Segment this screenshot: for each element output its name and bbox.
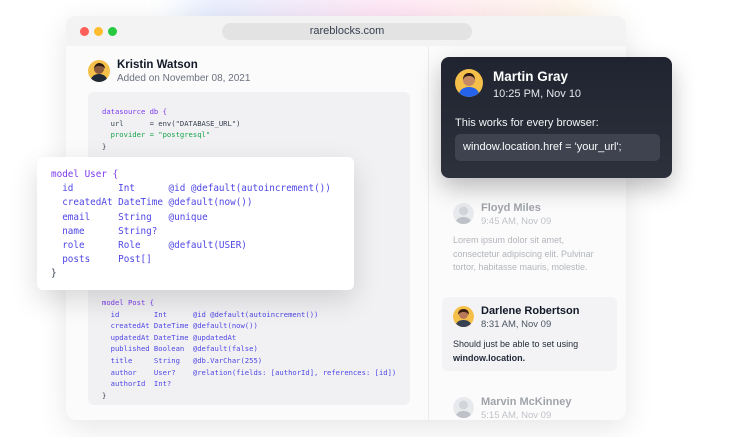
- code-line: provider = "postgresql": [102, 130, 211, 140]
- browser-titlebar: rareblocks.com: [66, 16, 626, 46]
- code-line: name String?: [51, 225, 158, 237]
- comment-card-martin[interactable]: Martin Gray 10:25 PM, Nov 10 This works …: [441, 57, 672, 178]
- comment-message: Should just be able to set using window.l…: [453, 338, 613, 365]
- post-date: Added on November 08, 2021: [117, 73, 251, 84]
- datasource-code: datasource db { url = env("DATABASE_URL"…: [102, 106, 240, 152]
- person-icon: [90, 63, 108, 82]
- code-line: model User {: [51, 169, 119, 180]
- code-snippet[interactable]: window.location.href = 'your_url';: [455, 134, 660, 161]
- code-line: posts Post[]: [51, 254, 152, 266]
- code-line: role Role @default(USER): [51, 240, 247, 252]
- code-line: createdAt DateTime @default(now()): [51, 197, 253, 209]
- author-avatar: [88, 60, 110, 82]
- comment-time: 8:31 AM, Nov 09: [481, 319, 552, 330]
- code-line: id Int @id @default(autoincrement()): [51, 183, 331, 195]
- person-icon: [455, 309, 472, 327]
- comment-time: 10:25 PM, Nov 10: [493, 88, 582, 100]
- code-line: authorId Int?: [102, 379, 172, 389]
- code-line: datasource db {: [102, 107, 167, 116]
- address-bar[interactable]: rareblocks.com: [222, 23, 472, 40]
- post-model-code: model Post { id Int @id @default(autoinc…: [102, 297, 396, 401]
- commenter-name: Marvin McKinney: [481, 396, 572, 408]
- code-line: title String @db.VarChar(255): [102, 355, 263, 365]
- panel-divider: [428, 46, 429, 420]
- code-line: published Boolean @default(false): [102, 344, 258, 354]
- code-line: }: [102, 141, 107, 151]
- comment-message-text: Should just be able to set using: [453, 339, 579, 349]
- comment-card-floyd[interactable]: Floyd Miles 9:45 AM, Nov 09 Lorem ipsum …: [442, 194, 617, 290]
- close-window-button[interactable]: [80, 27, 89, 36]
- comment-message: This works for every browser:: [455, 117, 599, 129]
- maximize-window-button[interactable]: [108, 27, 117, 36]
- user-model-popup: model User { id Int @id @default(autoinc…: [37, 157, 354, 290]
- code-line: }: [102, 390, 107, 400]
- avatar: [455, 69, 483, 97]
- commenter-name: Floyd Miles: [481, 202, 541, 214]
- commenter-name: Martin Gray: [493, 69, 569, 84]
- avatar: [453, 203, 474, 224]
- person-icon: [458, 73, 480, 97]
- comment-message: Lorem ipsum dolor sit amet, consectetur …: [453, 235, 594, 272]
- comment-card-darlene[interactable]: Darlene Robertson 8:31 AM, Nov 09 Should…: [442, 297, 617, 371]
- comment-time: 5:15 AM, Nov 09: [481, 410, 552, 420]
- code-line: updatedAt DateTime @updatedAt: [102, 332, 237, 342]
- code-line: email String @unique: [51, 211, 208, 223]
- comment-message-code: window.location.: [453, 352, 526, 363]
- author-name: Kristin Watson: [117, 59, 198, 71]
- code-line: id Int @id @default(autoincrement()): [102, 309, 319, 319]
- minimize-window-button[interactable]: [94, 27, 103, 36]
- code-line: }: [51, 268, 57, 280]
- person-icon: [455, 400, 472, 418]
- comment-time: 9:45 AM, Nov 09: [481, 216, 552, 227]
- commenter-name: Darlene Robertson: [481, 305, 580, 317]
- person-icon: [455, 206, 472, 224]
- code-line: createdAt DateTime @default(now()): [102, 321, 258, 331]
- avatar: [453, 397, 474, 418]
- user-model-code: model User { id Int @id @default(autoinc…: [51, 168, 331, 282]
- comment-card-marvin[interactable]: Marvin McKinney 5:15 AM, Nov 09: [442, 388, 617, 420]
- avatar: [453, 306, 474, 327]
- code-line: model Post {: [102, 298, 154, 307]
- code-line: author User? @relation(fields: [authorId…: [102, 367, 397, 377]
- code-line: url = env("DATABASE_URL"): [102, 118, 241, 128]
